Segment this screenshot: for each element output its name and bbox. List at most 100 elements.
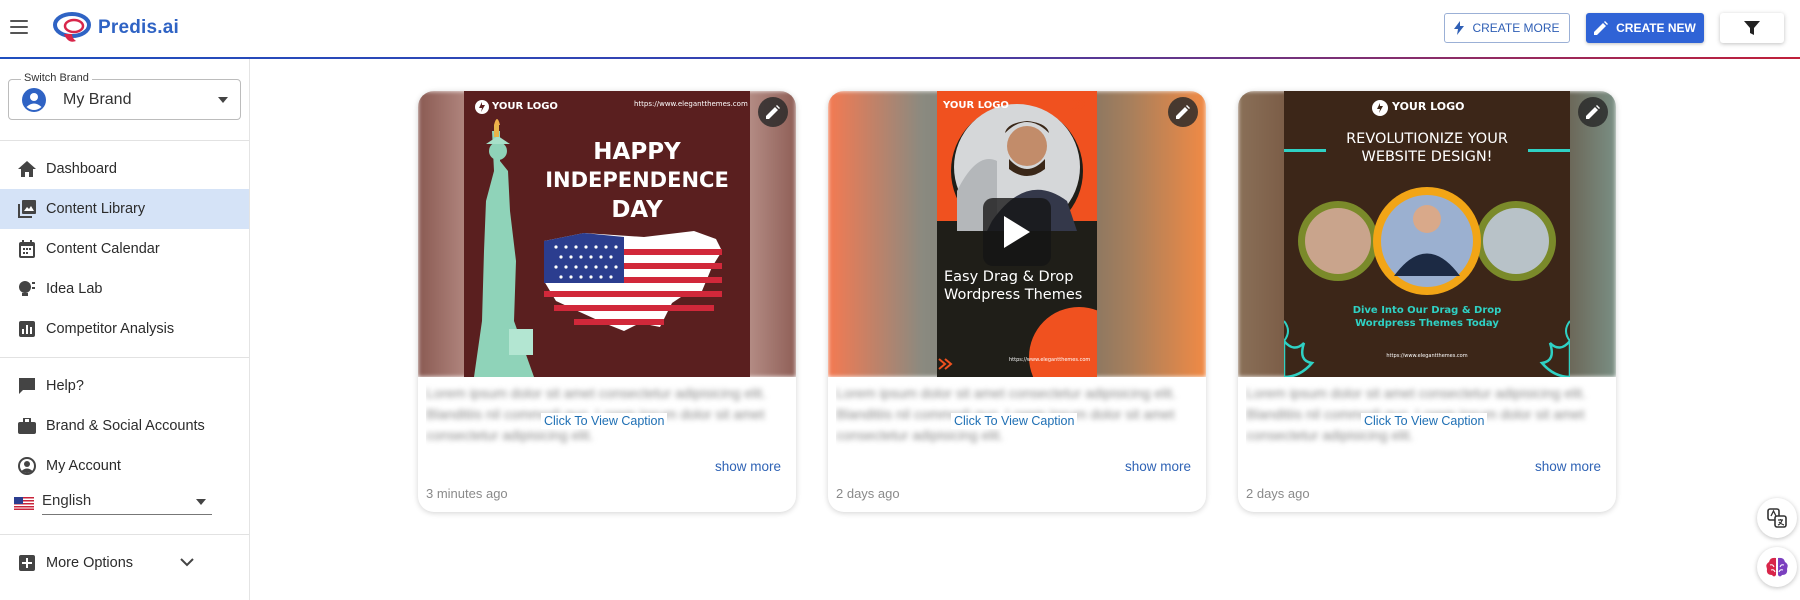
- view-caption-link[interactable]: Click To View Caption: [951, 413, 1078, 429]
- poster-headline-1: REVOLUTIONIZE YOUR: [1346, 131, 1508, 147]
- edit-post-button[interactable]: [758, 97, 788, 127]
- caption-preview: Lorem ipsum dolor sit amet consectetur a…: [426, 383, 788, 453]
- create-new-button[interactable]: CREATE NEW: [1586, 13, 1704, 43]
- brand-switcher[interactable]: Switch Brand My Brand: [8, 72, 241, 120]
- account-icon: [18, 457, 36, 475]
- analytics-icon: [18, 320, 36, 338]
- poster-logo-text: YOUR LOGO: [943, 100, 1009, 111]
- pencil-icon: [766, 105, 780, 119]
- show-more-link[interactable]: show more: [715, 459, 781, 474]
- sidebar-item-idea-lab[interactable]: Idea Lab: [0, 269, 249, 309]
- poster-url: https://www.elegantthemes.com: [1386, 353, 1468, 359]
- filter-button[interactable]: [1720, 13, 1784, 43]
- sidebar-item-label: Dashboard: [46, 161, 117, 177]
- post-timestamp: 2 days ago: [836, 486, 900, 501]
- ai-brain-button[interactable]: [1757, 547, 1797, 587]
- caption-preview: Lorem ipsum dolor sit amet consectetur a…: [1246, 383, 1608, 453]
- poster-headline-1: Easy Drag & Drop: [944, 269, 1074, 285]
- chevron-down-icon: [180, 555, 194, 571]
- us-flag-icon: [14, 497, 34, 510]
- switch-brand-label: Switch Brand: [21, 72, 92, 84]
- sidebar-item-competitor-analysis[interactable]: Competitor Analysis: [0, 309, 249, 349]
- home-icon: [18, 160, 36, 178]
- sidebar-item-label: Brand & Social Accounts: [46, 418, 205, 434]
- filter-icon: [1744, 21, 1760, 35]
- create-more-label: CREATE MORE: [1472, 21, 1560, 35]
- poster-independence-day: YOUR LOGO https://www.elegantthemes.com …: [464, 91, 750, 377]
- brain-icon: [1766, 557, 1788, 577]
- calendar-icon: [18, 240, 36, 258]
- briefcase-icon: [18, 417, 36, 435]
- language-selector[interactable]: English: [14, 489, 214, 519]
- post-media[interactable]: YOUR LOGO Easy Drag & Drop Wordpress The…: [828, 91, 1206, 377]
- sidebar-item-content-library[interactable]: Content Library: [0, 189, 249, 229]
- post-media[interactable]: YOUR LOGO https://www.elegantthemes.com …: [418, 91, 796, 377]
- pencil-icon: [1594, 21, 1609, 35]
- sidebar-divider: [0, 140, 249, 141]
- play-icon: [1004, 216, 1030, 248]
- sidebar-item-label: Idea Lab: [46, 281, 103, 297]
- sidebar-item-label: Content Calendar: [46, 241, 160, 257]
- sidebar: Switch Brand My Brand Dashboard Content …: [0, 59, 250, 600]
- bolt-icon: [1454, 21, 1465, 35]
- post-timestamp: 2 days ago: [1246, 486, 1310, 501]
- poster-headline-1: HAPPY: [593, 139, 681, 165]
- top-bar: Predis.ai CREATE MORE CREATE NEW: [0, 0, 1800, 59]
- pencil-icon: [1176, 105, 1190, 119]
- translate-icon: [1767, 508, 1787, 528]
- sidebar-item-help[interactable]: Help?: [0, 366, 249, 406]
- brand-name: My Brand: [63, 91, 132, 108]
- view-caption-link[interactable]: Click To View Caption: [1361, 413, 1488, 429]
- menu-icon[interactable]: [10, 17, 28, 37]
- poster-logo-text: YOUR LOGO: [1392, 100, 1465, 113]
- content-card[interactable]: YOUR LOGO https://www.elegantthemes.com …: [418, 91, 796, 512]
- more-options-toggle[interactable]: More Options: [0, 543, 249, 583]
- sidebar-item-my-account[interactable]: My Account: [0, 446, 249, 486]
- poster-headline-2: WEBSITE DESIGN!: [1361, 149, 1493, 165]
- predis-logo-mark-icon: [53, 12, 91, 42]
- poster-headline-2: Wordpress Themes: [944, 287, 1083, 303]
- bulb-icon: [18, 280, 36, 298]
- sidebar-item-brand-social-accounts[interactable]: Brand & Social Accounts: [0, 406, 249, 446]
- translate-button[interactable]: [1757, 498, 1797, 538]
- account-circle-icon: [22, 88, 46, 112]
- language-select[interactable]: English: [42, 489, 212, 515]
- edit-post-button[interactable]: [1168, 97, 1198, 127]
- pencil-icon: [1586, 105, 1600, 119]
- create-new-label: CREATE NEW: [1616, 21, 1696, 35]
- poster-url: https://www.elegantthemes.com: [1009, 357, 1091, 363]
- chat-icon: [18, 377, 36, 395]
- sidebar-divider: [0, 357, 249, 358]
- content-card[interactable]: YOUR LOGO Easy Drag & Drop Wordpress The…: [828, 91, 1206, 512]
- sidebar-item-label: My Account: [46, 458, 121, 474]
- post-media[interactable]: YOUR LOGO REVOLUTIONIZE YOUR WEBSITE DES…: [1238, 91, 1616, 377]
- content-card[interactable]: YOUR LOGO REVOLUTIONIZE YOUR WEBSITE DES…: [1238, 91, 1616, 512]
- top-bar-divider: [0, 57, 1800, 59]
- logo-text: Predis.ai: [98, 17, 180, 38]
- poster-url: https://www.elegantthemes.com: [634, 100, 748, 108]
- poster-art: [474, 100, 722, 377]
- view-caption-link[interactable]: Click To View Caption: [541, 413, 668, 429]
- library-icon: [18, 200, 36, 218]
- poster-subline-1: Dive Into Our Drag & Drop: [1352, 305, 1502, 316]
- more-options-label: More Options: [46, 555, 134, 571]
- show-more-link[interactable]: show more: [1535, 459, 1601, 474]
- sidebar-item-content-calendar[interactable]: Content Calendar: [0, 229, 249, 269]
- add-box-icon: [18, 554, 36, 572]
- language-value: English: [42, 492, 92, 509]
- create-more-button[interactable]: CREATE MORE: [1444, 13, 1570, 43]
- poster-revolutionize: YOUR LOGO REVOLUTIONIZE YOUR WEBSITE DES…: [1284, 91, 1570, 377]
- sidebar-item-dashboard[interactable]: Dashboard: [0, 149, 249, 189]
- sidebar-item-label: Content Library: [46, 201, 146, 217]
- poster-headline-3: DAY: [611, 197, 663, 223]
- sidebar-divider: [0, 534, 249, 535]
- predis-logo[interactable]: Predis.ai: [52, 8, 179, 48]
- sidebar-item-label: Help?: [46, 378, 84, 394]
- poster-subline-2: Wordpress Themes Today: [1355, 318, 1499, 329]
- post-timestamp: 3 minutes ago: [426, 486, 508, 501]
- sidebar-item-label: Competitor Analysis: [46, 321, 175, 337]
- edit-post-button[interactable]: [1578, 97, 1608, 127]
- show-more-link[interactable]: show more: [1125, 459, 1191, 474]
- play-button[interactable]: [983, 198, 1051, 266]
- caption-preview: Lorem ipsum dolor sit amet consectetur a…: [836, 383, 1198, 453]
